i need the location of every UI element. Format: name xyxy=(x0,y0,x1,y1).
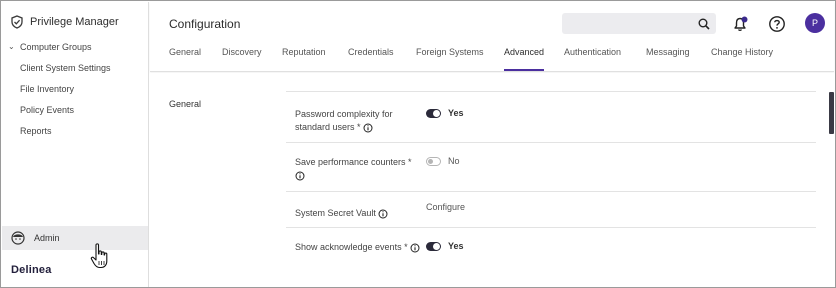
setting-row-performance-counters: Save performance counters * No xyxy=(286,143,816,192)
setting-label: Password complexity for standard users * xyxy=(295,108,415,134)
sidebar-nav: ⌄ Computer Groups Client System Settings… xyxy=(2,36,148,141)
setting-value: Configure xyxy=(426,202,465,212)
tab-foreign-systems[interactable]: Foreign Systems xyxy=(416,46,484,72)
notifications-button[interactable] xyxy=(731,14,751,34)
tab-label: Credentials xyxy=(348,47,394,57)
tab-label: Authentication xyxy=(564,47,622,57)
delinea-logo: Delinea xyxy=(11,264,52,276)
tab-label: Change History xyxy=(711,47,774,57)
help-circle-icon xyxy=(769,16,785,32)
shield-check-icon xyxy=(11,15,23,29)
help-button[interactable] xyxy=(767,14,787,34)
setting-label-text: Save performance counters * xyxy=(295,157,412,167)
tab-general[interactable]: General xyxy=(169,46,201,72)
password-complexity-toggle[interactable] xyxy=(426,108,441,118)
setting-label-text: System Secret Vault xyxy=(295,208,376,218)
tab-label: Foreign Systems xyxy=(416,47,484,57)
toggle-value-label: Yes xyxy=(448,241,464,251)
toggle-value-label: Yes xyxy=(448,108,464,118)
setting-value: Yes xyxy=(426,241,464,251)
top-header: Configuration P General Discovery Reputa… xyxy=(150,2,834,72)
tab-authentication[interactable]: Authentication xyxy=(564,46,621,72)
setting-label-text: Show acknowledge events * xyxy=(295,242,408,252)
hand-pointer-cursor-icon xyxy=(90,243,108,269)
settings-panel: General Password complexity for standard… xyxy=(150,73,834,286)
search-icon[interactable] xyxy=(698,18,710,30)
setting-row-password-complexity: Password complexity for standard users *… xyxy=(286,92,816,143)
app-name: Privilege Manager xyxy=(30,16,119,28)
section-label: General xyxy=(169,99,202,109)
user-face-icon xyxy=(11,231,25,245)
sidebar-item-label: Reports xyxy=(20,125,52,136)
brand[interactable]: Privilege Manager xyxy=(10,14,119,30)
info-icon[interactable] xyxy=(378,209,388,219)
configure-link[interactable]: Configure xyxy=(426,202,465,212)
acknowledge-events-toggle[interactable] xyxy=(426,241,441,251)
sidebar-item-policy-events[interactable]: Policy Events xyxy=(2,99,148,120)
bell-icon xyxy=(734,16,748,31)
tab-label: Discovery xyxy=(222,47,262,57)
info-icon[interactable] xyxy=(410,243,420,253)
sidebar-item-label: Client System Settings xyxy=(20,62,111,73)
tab-label: Reputation xyxy=(282,47,326,57)
sidebar-item-label: File Inventory xyxy=(20,83,75,94)
search-box[interactable] xyxy=(562,13,716,34)
sidebar-item-client-system-settings[interactable]: Client System Settings xyxy=(2,57,148,78)
setting-value: No xyxy=(426,156,460,166)
setting-row-acknowledge-events: Show acknowledge events * Yes xyxy=(286,228,816,264)
sidebar-item-label: Computer Groups xyxy=(20,41,92,52)
setting-row-secret-vault: System Secret Vault Configure xyxy=(286,192,816,228)
app-window: Privilege Manager ⌄ Computer Groups Clie… xyxy=(0,0,836,288)
info-icon[interactable] xyxy=(295,171,305,181)
tab-label: Messaging xyxy=(646,47,690,57)
tab-discovery[interactable]: Discovery xyxy=(222,46,262,72)
tab-advanced[interactable]: Advanced xyxy=(504,46,545,72)
sidebar-item-admin[interactable]: Admin xyxy=(2,226,148,250)
sidebar-item-reports[interactable]: Reports xyxy=(2,120,148,141)
sidebar-item-label: Policy Events xyxy=(20,104,75,115)
search-input[interactable] xyxy=(568,16,686,31)
setting-label: System Secret Vault xyxy=(295,207,425,220)
sidebar: Privilege Manager ⌄ Computer Groups Clie… xyxy=(2,2,149,287)
sidebar-item-computer-groups[interactable]: ⌄ Computer Groups xyxy=(2,36,148,57)
setting-label-text: Password complexity for standard users * xyxy=(295,109,393,132)
chevron-down-icon: ⌄ xyxy=(8,42,15,51)
scrollbar-thumb[interactable] xyxy=(829,92,834,134)
tab-label: Advanced xyxy=(504,47,545,57)
tab-reputation[interactable]: Reputation xyxy=(282,46,326,72)
user-avatar[interactable]: P xyxy=(805,13,825,33)
tab-credentials[interactable]: Credentials xyxy=(348,46,394,72)
tab-messaging[interactable]: Messaging xyxy=(646,46,690,72)
setting-value: Yes xyxy=(426,108,464,118)
tab-change-history[interactable]: Change History xyxy=(711,46,773,72)
setting-label: Show acknowledge events * xyxy=(295,241,430,254)
info-icon[interactable] xyxy=(363,123,373,133)
performance-counters-toggle[interactable] xyxy=(426,156,441,166)
page-title: Configuration xyxy=(169,17,241,31)
admin-label: Admin xyxy=(34,233,60,243)
toggle-value-label: No xyxy=(448,156,460,166)
setting-label: Save performance counters * xyxy=(295,156,420,182)
sidebar-item-file-inventory[interactable]: File Inventory xyxy=(2,78,148,99)
tab-label: General xyxy=(169,47,202,57)
